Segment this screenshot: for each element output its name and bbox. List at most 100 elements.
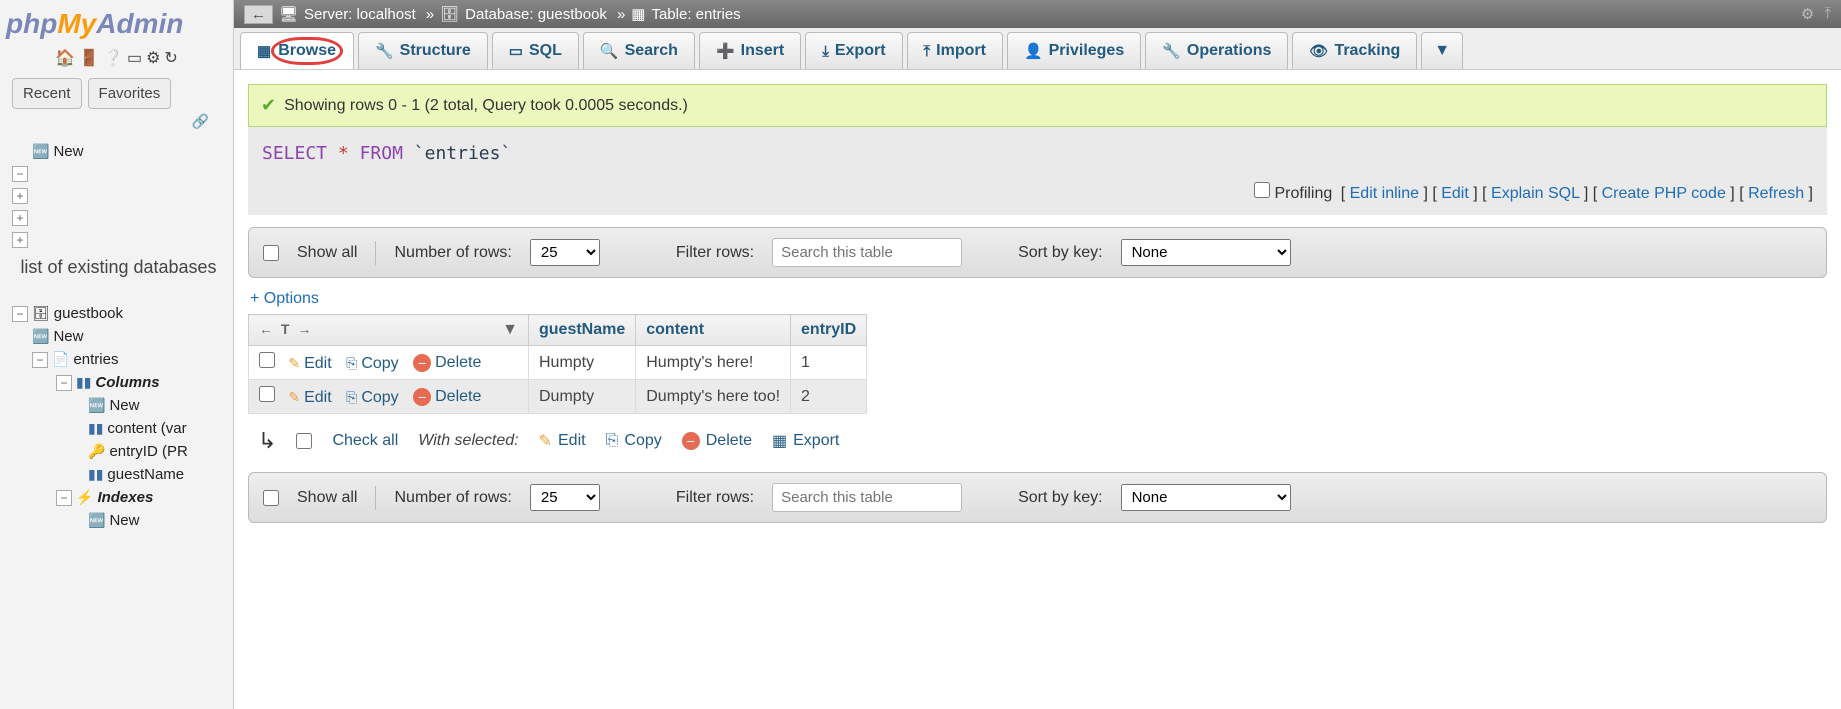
tab-import[interactable]: ⤒Import: [907, 32, 1003, 69]
favorites-tab[interactable]: Favorites: [88, 78, 172, 109]
bulk-edit-link[interactable]: ✎Edit: [539, 431, 586, 451]
refresh-link[interactable]: Refresh: [1748, 185, 1804, 202]
create-php-link[interactable]: Create PHP code: [1602, 185, 1726, 202]
tree-table-entries[interactable]: −📄entries: [4, 348, 233, 371]
collapse-top-icon[interactable]: ⤒: [1824, 5, 1831, 23]
num-rows-select[interactable]: 25: [530, 239, 600, 266]
search-icon: 🔍: [600, 42, 619, 60]
gear-icon[interactable]: ⚙: [1801, 5, 1814, 23]
link-icon[interactable]: 🔗: [192, 113, 209, 129]
collapse-icon[interactable]: −: [32, 352, 48, 368]
show-all-checkbox[interactable]: [263, 245, 279, 261]
export-icon: ⤓: [822, 43, 829, 60]
tree-new-db[interactable]: 🆕New: [4, 140, 233, 163]
tree-new-table[interactable]: 🆕New: [4, 325, 233, 348]
row-copy-link[interactable]: ⎘Copy: [346, 389, 399, 407]
row-delete-link[interactable]: −Delete: [413, 388, 481, 406]
tree-columns[interactable]: −▮▮Columns: [4, 371, 233, 394]
crumb-database[interactable]: Database: guestbook: [465, 6, 607, 23]
action-label: Delete: [706, 432, 752, 450]
crumb-table[interactable]: Table: entries: [651, 6, 740, 23]
pencil-icon: ✎: [288, 355, 300, 372]
show-all-checkbox[interactable]: [263, 490, 279, 506]
collapse-icon[interactable]: −: [56, 490, 72, 506]
tree-col-guestname[interactable]: ▮▮guestName: [4, 463, 233, 486]
sql-actions-row: Profiling [ Edit inline ] [ Edit ] [ Exp…: [248, 172, 1827, 215]
logo-php: php: [6, 8, 57, 39]
tab-operations[interactable]: 🔧Operations: [1145, 32, 1288, 69]
sql-identifier: `entries`: [414, 143, 512, 164]
bulk-export-link[interactable]: ▦Export: [772, 431, 839, 451]
action-label: Delete: [435, 388, 481, 406]
tree-idx-new[interactable]: 🆕New: [4, 509, 233, 532]
check-all-link[interactable]: Check all: [332, 432, 398, 450]
settings-icon[interactable]: ⚙: [146, 48, 160, 68]
row-checkbox[interactable]: [259, 386, 275, 402]
sql-keyword: SELECT: [262, 143, 327, 164]
sort-key-select[interactable]: None: [1121, 239, 1291, 266]
row-checkbox[interactable]: [259, 352, 275, 368]
edit-inline-link[interactable]: Edit inline: [1350, 185, 1419, 202]
tree-col-new[interactable]: 🆕New: [4, 394, 233, 417]
logout-icon[interactable]: 🚪: [79, 48, 99, 68]
check-all-checkbox[interactable]: [296, 433, 312, 449]
sidebar: phpMyAdmin 🏠 🚪 ❔ ▭ ⚙ ↻ Recent Favorites …: [0, 0, 234, 709]
filter-input[interactable]: [772, 238, 962, 267]
expander-icon[interactable]: −: [12, 166, 28, 182]
options-toggle[interactable]: + Options: [248, 278, 321, 314]
delete-icon: −: [413, 388, 431, 406]
bulk-delete-link[interactable]: −Delete: [682, 432, 752, 450]
sort-key-select[interactable]: None: [1121, 484, 1291, 511]
row-edit-link[interactable]: ✎Edit: [288, 389, 331, 407]
sort-label: Sort by key:: [1018, 244, 1102, 262]
copy-icon: ⎘: [606, 432, 619, 450]
collapse-icon[interactable]: −: [12, 306, 28, 322]
sql-window-icon[interactable]: ▭: [127, 48, 142, 68]
arrow-up-icon: ↳: [258, 428, 276, 454]
tree-indexes[interactable]: −⚡Indexes: [4, 486, 233, 509]
tab-more[interactable]: ▼: [1421, 32, 1463, 69]
row-copy-link[interactable]: ⎘Copy: [346, 355, 399, 373]
action-label: Copy: [361, 355, 398, 373]
docs-icon[interactable]: ❔: [103, 48, 123, 68]
expander-icon[interactable]: +: [12, 210, 28, 226]
chevron-down-icon[interactable]: ▼: [502, 321, 518, 339]
crumb-server[interactable]: Server: localhost: [304, 6, 416, 23]
recent-tab[interactable]: Recent: [12, 78, 82, 109]
tab-search[interactable]: 🔍Search: [583, 32, 695, 69]
edit-link[interactable]: Edit: [1441, 185, 1469, 202]
tree-label: New: [53, 328, 83, 345]
tab-sql[interactable]: ▭SQL: [492, 32, 579, 69]
tree-col-entryid[interactable]: 🔑entryID (PR: [4, 440, 233, 463]
filter-input[interactable]: [772, 483, 962, 512]
explain-sql-link[interactable]: Explain SQL: [1491, 185, 1579, 202]
tab-insert[interactable]: ➕Insert: [699, 32, 801, 69]
logo[interactable]: phpMyAdmin: [0, 0, 233, 44]
cell-entryid: 1: [791, 346, 867, 380]
copy-icon: ⎘: [346, 389, 357, 406]
col-content-header[interactable]: content: [636, 315, 791, 346]
num-rows-select[interactable]: 25: [530, 484, 600, 511]
tab-privileges[interactable]: 👤Privileges: [1007, 32, 1141, 69]
collapse-icon[interactable]: −: [56, 375, 72, 391]
export-icon: ▦: [772, 431, 787, 451]
expander-icon[interactable]: +: [12, 188, 28, 204]
col-guestname-header[interactable]: guestName: [529, 315, 636, 346]
back-button[interactable]: ←: [244, 5, 273, 24]
tab-structure[interactable]: 🔧Structure: [358, 32, 488, 69]
bulk-copy-link[interactable]: ⎘Copy: [606, 432, 662, 450]
tree-db-guestbook[interactable]: −🗄guestbook: [4, 302, 233, 325]
profiling-checkbox[interactable]: [1254, 182, 1270, 198]
tree-col-content[interactable]: ▮▮content (var: [4, 417, 233, 440]
sort-arrows-icon[interactable]: ← T →: [259, 321, 313, 337]
home-icon[interactable]: 🏠: [55, 48, 75, 68]
operations-icon: 🔧: [1162, 42, 1181, 60]
row-edit-link[interactable]: ✎Edit: [288, 355, 331, 373]
tab-export[interactable]: ⤓Export: [805, 32, 902, 69]
tab-tracking[interactable]: 👁Tracking: [1292, 32, 1417, 69]
row-delete-link[interactable]: −Delete: [413, 354, 481, 372]
tab-browse[interactable]: ▦Browse: [240, 32, 354, 69]
reload-icon[interactable]: ↻: [164, 48, 177, 68]
tracking-icon: 👁: [1309, 42, 1328, 60]
col-entryid-header[interactable]: entryID: [791, 315, 867, 346]
